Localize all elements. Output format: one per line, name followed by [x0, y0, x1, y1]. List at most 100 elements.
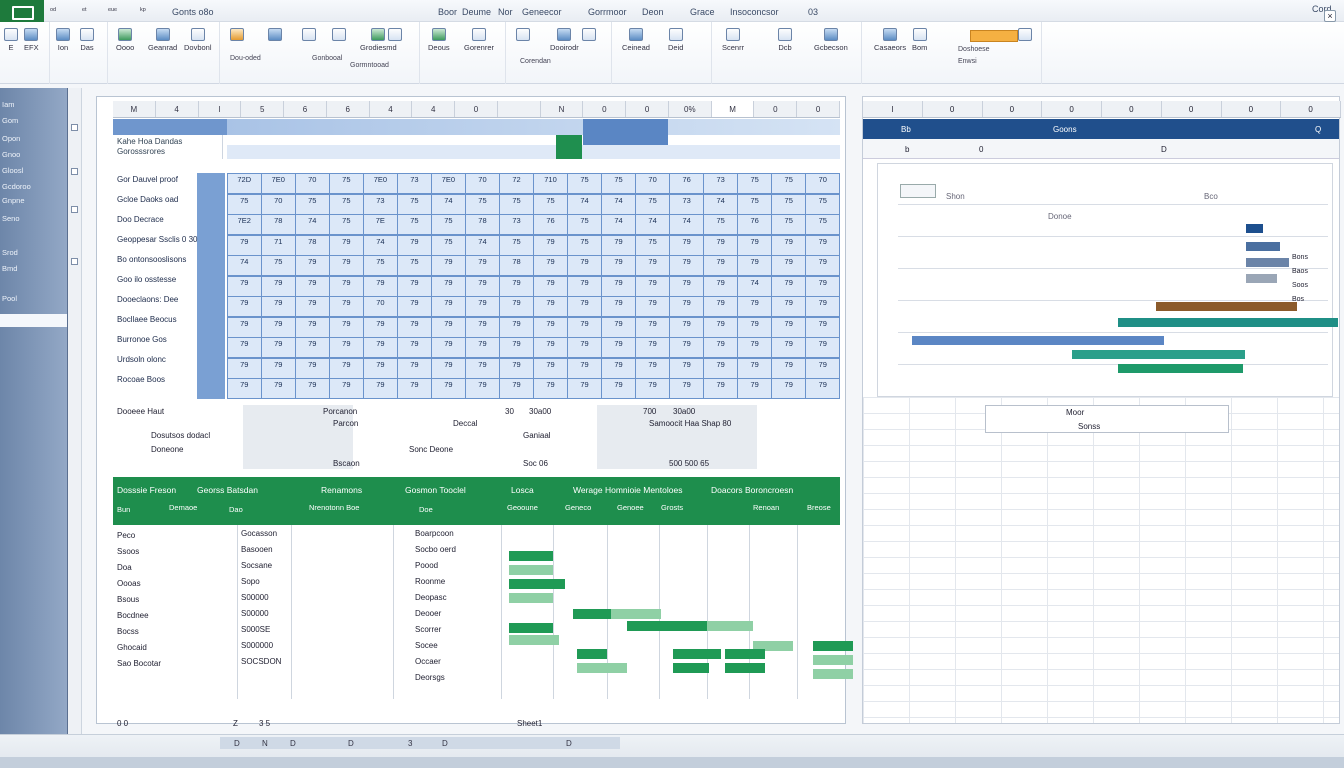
grid-cell[interactable]: 79: [296, 317, 329, 337]
grid-cell[interactable]: 79: [534, 276, 567, 296]
grid-cell[interactable]: 79: [636, 338, 669, 357]
grid-cell[interactable]: 79: [398, 235, 431, 255]
schema-button[interactable]: Gcbecson: [814, 28, 848, 52]
column-header[interactable]: 0: [754, 101, 798, 117]
grid-cell[interactable]: 75: [738, 194, 771, 214]
table-cell[interactable]: Roonme: [415, 577, 445, 586]
column-header[interactable]: l: [199, 101, 242, 117]
menu-tab[interactable]: Gorrmoor: [588, 7, 627, 17]
grid-cell[interactable]: 75: [330, 194, 363, 214]
column-header[interactable]: Werage Homnioie Mentoloes: [573, 485, 682, 495]
summary-cell[interactable]: 700: [643, 407, 656, 416]
row-label[interactable]: Rocoae Boos: [113, 373, 165, 387]
sheet-title-cell[interactable]: Kahe Hoa Dandas Gorosssrores: [113, 135, 223, 159]
gantt-bar[interactable]: [673, 663, 709, 673]
grid-cell[interactable]: 79: [602, 338, 635, 357]
gantt-bar[interactable]: [673, 649, 721, 659]
gantt-bar[interactable]: [813, 655, 853, 665]
grid-cell[interactable]: 72: [500, 174, 533, 193]
table-cell[interactable]: S00000: [241, 593, 269, 602]
grid-cell[interactable]: 70: [296, 174, 329, 193]
gantt-bar[interactable]: [509, 593, 553, 603]
grid-cell[interactable]: 79: [500, 338, 533, 357]
grid-cell[interactable]: 70: [636, 174, 669, 193]
grid-cell[interactable]: 79: [534, 297, 567, 316]
grid-cell[interactable]: 79: [772, 276, 805, 296]
find-button[interactable]: [582, 28, 596, 41]
column-header[interactable]: 0: [983, 101, 1043, 117]
grid-cell[interactable]: 79: [262, 338, 295, 357]
grid-cell[interactable]: 70: [364, 297, 397, 316]
column-header[interactable]: 5: [241, 101, 285, 117]
bar-chart[interactable]: Shon Donoe Bco Bons Baos Soos Bos: [877, 163, 1339, 397]
gantt-bar[interactable]: [707, 621, 753, 631]
grid-cell[interactable]: 79: [500, 297, 533, 316]
grid-cell[interactable]: 79: [670, 256, 703, 275]
grid-cell[interactable]: 7E0: [364, 174, 397, 193]
grid-cell[interactable]: 70: [262, 194, 295, 214]
menu-tab[interactable]: Insoconcsor: [730, 7, 779, 17]
gantt-bar[interactable]: [725, 663, 765, 673]
table-cell[interactable]: Sao Bocotar: [117, 659, 161, 668]
grid-cell[interactable]: 72D: [228, 174, 261, 193]
grid-cell[interactable]: 79: [568, 338, 601, 357]
grid-cell[interactable]: 79: [330, 358, 363, 378]
grid-cell[interactable]: 79: [330, 317, 363, 337]
chart-bar[interactable]: [1118, 364, 1244, 373]
grid-cell[interactable]: 79: [568, 379, 601, 398]
grid-cell[interactable]: 75: [432, 215, 465, 234]
column-header[interactable]: Dosssie Freson: [117, 485, 176, 495]
grid-cell[interactable]: 79: [296, 338, 329, 357]
grid-cell[interactable]: 79: [636, 358, 669, 378]
summary-cell[interactable]: Samoocit Haa Shap 80: [649, 419, 731, 428]
number-format-button[interactable]: [230, 28, 244, 41]
grid-cell[interactable]: 75: [806, 194, 839, 214]
table-cell[interactable]: Peco: [117, 531, 135, 540]
table-cell[interactable]: Doa: [117, 563, 132, 572]
grid-cell[interactable]: 75: [738, 174, 771, 193]
grid-cell[interactable]: 79: [704, 358, 737, 378]
grid-cell[interactable]: 79: [602, 297, 635, 316]
align-button[interactable]: Oooo: [116, 28, 134, 52]
column-header[interactable]: 0: [1102, 101, 1162, 117]
row-label[interactable]: Burronoe Gos: [113, 333, 167, 347]
grid-cell[interactable]: 75: [636, 235, 669, 255]
outline-toggle-icon[interactable]: [71, 206, 78, 213]
grid-cell[interactable]: 79: [772, 358, 805, 378]
grid-cell[interactable]: 79: [568, 317, 601, 337]
grid-cell[interactable]: 79: [704, 338, 737, 357]
data-button[interactable]: Scenrr: [722, 28, 744, 52]
grid-cell[interactable]: 75: [568, 235, 601, 255]
grid-cell[interactable]: 78: [500, 256, 533, 275]
grid-cell[interactable]: 79: [432, 338, 465, 357]
menu-tab[interactable]: Deon: [642, 7, 664, 17]
summary-cell[interactable]: 500 500 65: [669, 459, 709, 468]
grid-cell[interactable]: 79: [500, 276, 533, 296]
grid-cell[interactable]: 79: [636, 297, 669, 316]
grid-cell[interactable]: 79: [704, 256, 737, 275]
grid-cell[interactable]: 79: [432, 358, 465, 378]
grid-cell[interactable]: 73: [704, 174, 737, 193]
column-header[interactable]: l: [863, 101, 923, 117]
grid-cell[interactable]: 79: [772, 317, 805, 337]
grid-cell[interactable]: 75: [432, 235, 465, 255]
grid-cell[interactable]: 79: [466, 297, 499, 316]
scroll-strip[interactable]: [220, 737, 620, 749]
row-label[interactable]: Bocllaee Beocus: [113, 313, 177, 327]
grid-cell[interactable]: 79: [466, 338, 499, 357]
summary-cell[interactable]: Parcon: [333, 419, 358, 428]
column-header[interactable]: 6: [327, 101, 370, 117]
font-button[interactable]: Ion: [56, 28, 70, 52]
chart-bar[interactable]: [1246, 274, 1277, 283]
row-label[interactable]: Gcloe Daoks oad: [113, 193, 178, 207]
grid-cell[interactable]: 79: [704, 235, 737, 255]
grid-cell[interactable]: 79: [670, 235, 703, 255]
grid-cell[interactable]: 79: [670, 297, 703, 316]
grid-cell[interactable]: 79: [296, 358, 329, 378]
grid-cell[interactable]: 79: [228, 317, 261, 337]
column-header[interactable]: 0: [1042, 101, 1102, 117]
sheet-tab[interactable]: 0 0: [117, 719, 128, 728]
column-header[interactable]: 4: [370, 101, 413, 117]
grid-cell[interactable]: 7E0: [432, 174, 465, 193]
grid-cell[interactable]: 79: [602, 379, 635, 398]
